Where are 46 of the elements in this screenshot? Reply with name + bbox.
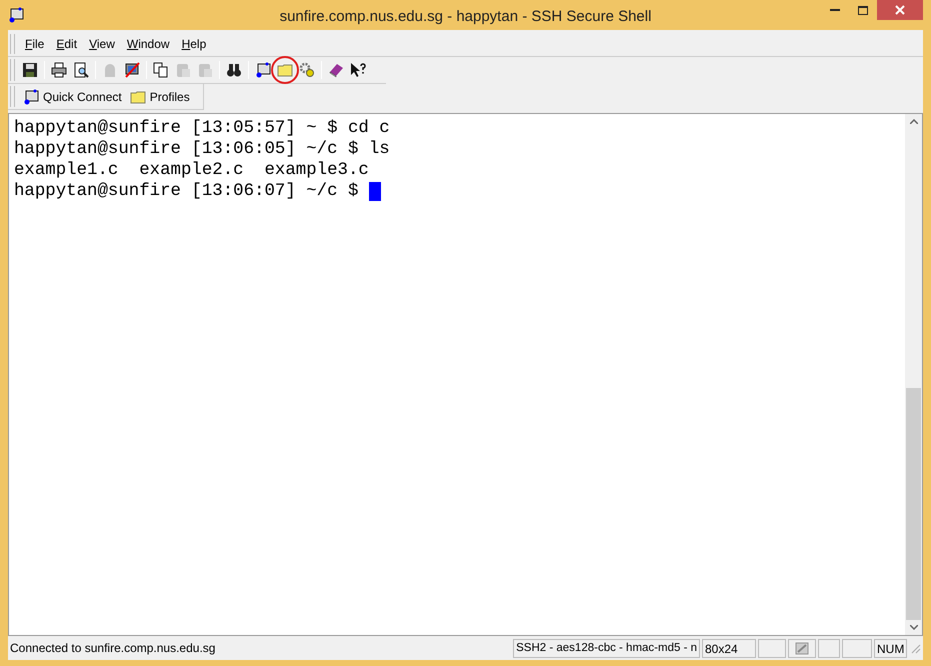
menu-item[interactable]: File [19,35,50,53]
paste-icon [197,62,213,78]
status-panel [842,638,872,658]
terminal-line: example1.c example2.c example3.c [14,160,369,181]
cipher-panel: SSH2 - aes128-cbc - hmac-md5 - n [513,638,700,658]
terminal-line: happytan@sunfire [13:06:07] ~/c $ [14,181,360,202]
scroll-down-icon [910,625,918,630]
maximize-icon [858,6,868,14]
terminal-icon [255,62,271,78]
status-message: Connected to sunfire.comp.nus.edu.sg [10,640,216,657]
terminal-icon [8,7,24,23]
num-lock-panel: NUM [874,638,907,658]
terminal-line: happytan@sunfire [13:05:57] ~ $ cd c [14,118,390,139]
resize-grip-icon [909,642,921,654]
gear-icon [299,62,315,78]
printer-icon [51,62,67,78]
disconnect-icon [124,62,140,78]
size-panel: 80x24 [702,638,756,658]
shortcut-button[interactable]: Quick Connect [19,88,126,106]
status-panel [758,638,786,658]
window-title: sunfire.comp.nus.edu.sg - happytan - SSH Secure Shell [278,7,652,27]
folder-icon [130,88,146,104]
print-preview-icon [73,62,89,78]
folder-icon [277,62,293,78]
close-button[interactable] [877,0,923,20]
menu-item[interactable]: Window [120,35,176,53]
terminal-line: happytan@sunfire [13:06:05] ~/c $ ls [14,139,390,160]
help-pointer-icon [350,62,366,78]
transfer-icon [795,641,809,655]
menu-item[interactable]: Edit [50,35,84,53]
shortcut-button[interactable]: Profiles [126,88,194,106]
help-book-icon [328,62,344,78]
user-icon [102,62,118,78]
close-icon [895,5,905,15]
menu-item[interactable]: Help [176,35,212,53]
copy-icon [153,62,169,78]
terminal-icon [23,88,39,104]
scroll-up-icon [910,119,918,124]
cursor [368,182,381,201]
minimize-icon [830,9,840,11]
scrollbar[interactable] [905,114,922,635]
status-panel [818,638,840,658]
menu-item[interactable]: View [83,35,121,53]
scrollbar-thumb[interactable] [906,388,921,620]
paste-icon [175,62,191,78]
binoculars-icon [226,62,242,78]
